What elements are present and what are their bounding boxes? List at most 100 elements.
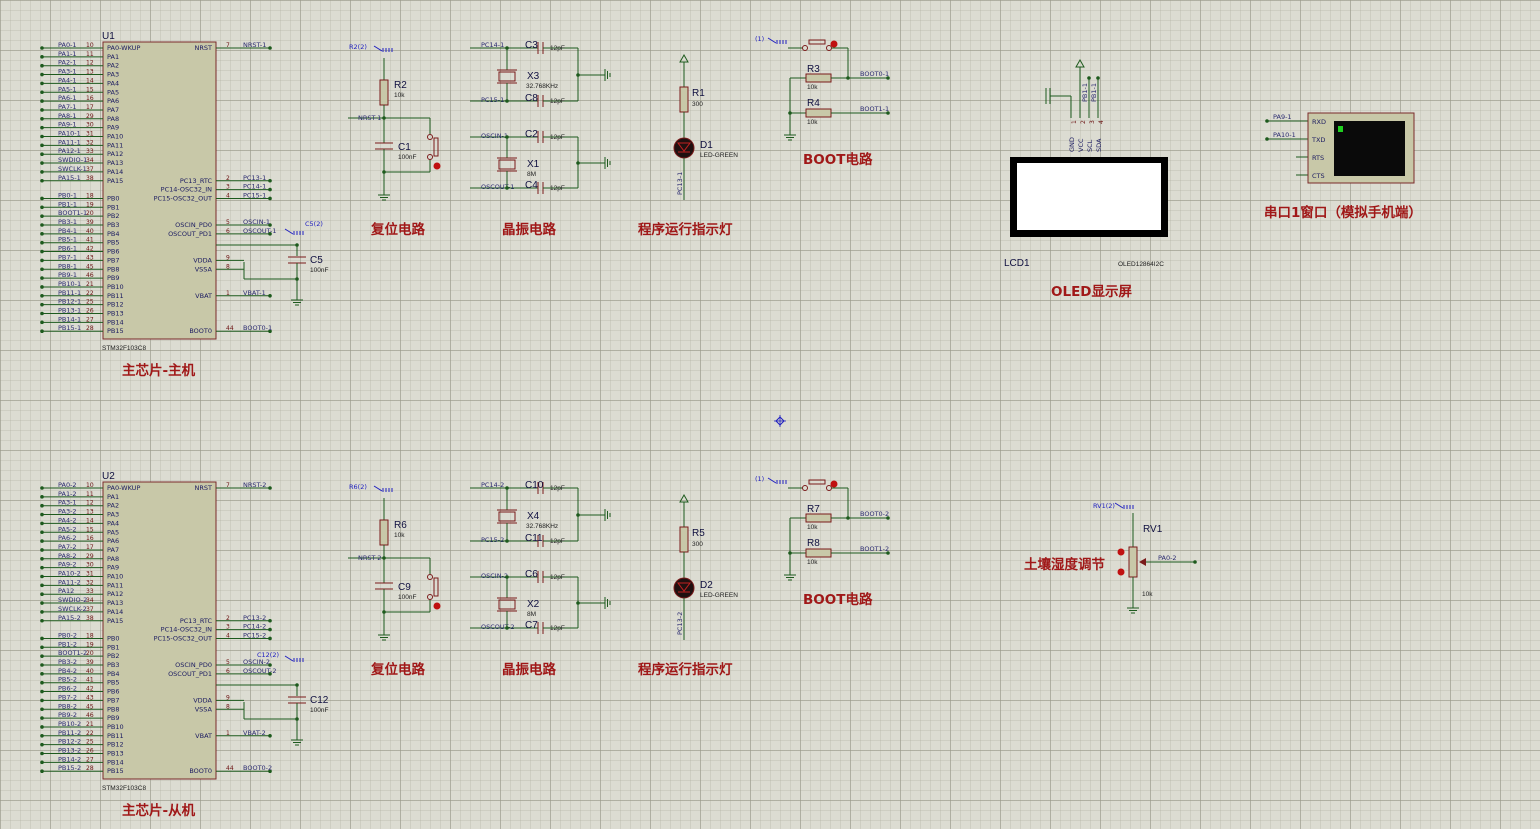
pin-terminal[interactable]: [40, 249, 44, 254]
pin-terminal[interactable]: [40, 161, 44, 165]
pin-terminal[interactable]: [40, 539, 44, 543]
pin-terminal[interactable]: [40, 548, 44, 552]
uart-terminal[interactable]: PA9-1 PA10-1 RXD TXD RTS CTS 串口1窗口（模拟手机端…: [1264, 112, 1422, 221]
pin-terminal[interactable]: [268, 618, 272, 623]
pin-terminal[interactable]: [40, 205, 44, 210]
button-actuator[interactable]: [433, 162, 441, 170]
pin-terminal[interactable]: [40, 663, 44, 667]
pin-terminal[interactable]: [40, 125, 44, 130]
pot-dec-button[interactable]: [1117, 568, 1125, 576]
boot-switch-actuator[interactable]: [830, 480, 838, 488]
pin-terminal[interactable]: [40, 725, 44, 729]
led-indicator-1[interactable]: R1 300 D1 LED-GREEN PC13-1 程序运行指示灯: [638, 54, 738, 238]
led-indicator-2[interactable]: R5 300 D2 LED-GREEN PC13-2 程序运行指示灯: [638, 494, 738, 678]
pin-terminal[interactable]: [40, 689, 44, 694]
pin-terminal[interactable]: [40, 329, 44, 334]
pin-terminal[interactable]: [40, 178, 44, 183]
pin-terminal[interactable]: [40, 503, 44, 508]
led-body[interactable]: [673, 137, 695, 159]
pin-terminal[interactable]: [268, 178, 272, 183]
pin-terminal[interactable]: [40, 583, 44, 588]
pin-terminal[interactable]: [40, 223, 44, 227]
pin-terminal[interactable]: [40, 557, 44, 561]
mcu-right-pin[interactable]: VSSA 8: [195, 263, 244, 273]
pin-terminal[interactable]: [268, 196, 272, 201]
reset-circuit-1[interactable]: R2(2) R2 10k NRST-1 C1 100nF 复位电路: [348, 43, 441, 238]
pin-terminal[interactable]: [40, 680, 44, 685]
pin-terminal[interactable]: [40, 294, 44, 298]
pin-terminal[interactable]: [40, 240, 44, 245]
pin-terminal[interactable]: [268, 734, 272, 738]
pin-terminal[interactable]: [40, 521, 44, 526]
pin-terminal[interactable]: [40, 108, 44, 112]
mcu-u1[interactable]: U1 STM32F103C8 PA0-1 10 PA0-WKUP PA1-1 11 PA1…: [40, 31, 277, 352]
pin-terminal[interactable]: [40, 134, 44, 139]
reset-circuit-2[interactable]: R6(2) R6 10k NRST-2 C9 100nF 复位电路: [348, 483, 441, 678]
boot-switch-actuator[interactable]: [830, 40, 838, 48]
uart-screen[interactable]: [1334, 121, 1405, 176]
pin-terminal[interactable]: [40, 196, 44, 201]
pin-terminal[interactable]: [40, 90, 44, 95]
pin-terminal[interactable]: [40, 55, 44, 59]
pin-terminal[interactable]: [40, 636, 44, 641]
boot-circuit-2[interactable]: (1) R7 10k BOOT0-2 R8 10k BOOT1-2 BOOT电路: [755, 475, 890, 608]
pin-terminal[interactable]: [268, 627, 272, 632]
pin-terminal[interactable]: [40, 320, 44, 325]
pin-terminal[interactable]: [40, 707, 44, 712]
pin-terminal[interactable]: [268, 294, 272, 298]
oled-display[interactable]: PB1-1 PB1-1 1 2 3 4 GND VCC SCL SDA LCD1…: [1004, 59, 1168, 300]
pin-terminal[interactable]: [40, 117, 44, 121]
pin-terminal[interactable]: [40, 760, 44, 765]
pin-terminal[interactable]: [40, 99, 44, 103]
button-actuator[interactable]: [433, 602, 441, 610]
boot-circuit-1[interactable]: (1) R3 10k BOOT0-1 R4 10k BOOT1-1 BOOT电路: [755, 35, 890, 168]
oscillator-circuit-1[interactable]: PC14-1 C3 12pF PC15-1 C8 12pF X3 32.768K…: [470, 40, 611, 238]
pin-terminal[interactable]: [40, 601, 44, 605]
pin-terminal[interactable]: [40, 258, 44, 263]
potentiometer[interactable]: RV1(2) RV1 10k PA0-2 土壤湿度调节: [1024, 502, 1197, 614]
pin-terminal[interactable]: [40, 734, 44, 738]
pin-terminal[interactable]: [40, 72, 44, 77]
pin-terminal[interactable]: [40, 698, 44, 703]
pin-terminal[interactable]: [40, 170, 44, 174]
oscillator-circuit-2[interactable]: PC14-2 C10 12pF PC15-2 C11 12pF X4 32.76…: [470, 480, 611, 678]
led-body[interactable]: [673, 577, 695, 599]
pin-terminal[interactable]: [40, 143, 44, 148]
pin-terminal[interactable]: [40, 610, 44, 614]
pin-terminal[interactable]: [40, 645, 44, 650]
pin-terminal[interactable]: [40, 716, 44, 720]
pin-terminal[interactable]: [40, 565, 44, 570]
pin-terminal[interactable]: [40, 495, 44, 499]
pin-terminal[interactable]: [40, 302, 44, 307]
mcu-right-pin[interactable]: VDDA 9: [193, 254, 244, 264]
pin-terminal[interactable]: [40, 574, 44, 579]
pin-terminal[interactable]: [40, 530, 44, 535]
mcu-right-pin[interactable]: VSSA 8: [195, 703, 244, 713]
mcu-right-pin[interactable]: VDDA 9: [193, 694, 244, 704]
pin-terminal[interactable]: [40, 285, 44, 289]
pin-terminal[interactable]: [40, 232, 44, 236]
oled-screen[interactable]: [1017, 163, 1161, 230]
pin-terminal[interactable]: [40, 592, 44, 596]
pin-terminal[interactable]: [40, 654, 44, 658]
pin-terminal[interactable]: [40, 81, 44, 86]
pot-inc-button[interactable]: [1117, 548, 1125, 556]
pin-terminal[interactable]: [268, 187, 272, 192]
pin-terminal[interactable]: [40, 214, 44, 218]
pin-terminal[interactable]: [40, 742, 44, 747]
pin-terminal[interactable]: [40, 276, 44, 280]
pin-terminal[interactable]: [40, 618, 44, 623]
pin-terminal[interactable]: [268, 46, 272, 50]
pin-terminal[interactable]: [268, 636, 272, 641]
pin-terminal[interactable]: [40, 751, 44, 756]
pin-terminal[interactable]: [40, 672, 44, 676]
pin-terminal[interactable]: [40, 46, 44, 50]
pin-terminal[interactable]: [40, 769, 44, 773]
pin-terminal[interactable]: [40, 63, 44, 68]
pin-terminal[interactable]: [40, 311, 44, 316]
pin-terminal[interactable]: [40, 267, 44, 272]
mcu-u2[interactable]: U2 STM32F103C8 PA0-2 10 PA0-WKUP PA1-2 11 PA1…: [40, 471, 277, 792]
pin-terminal[interactable]: [268, 486, 272, 490]
pin-terminal[interactable]: [40, 486, 44, 490]
pin-terminal[interactable]: [40, 512, 44, 517]
